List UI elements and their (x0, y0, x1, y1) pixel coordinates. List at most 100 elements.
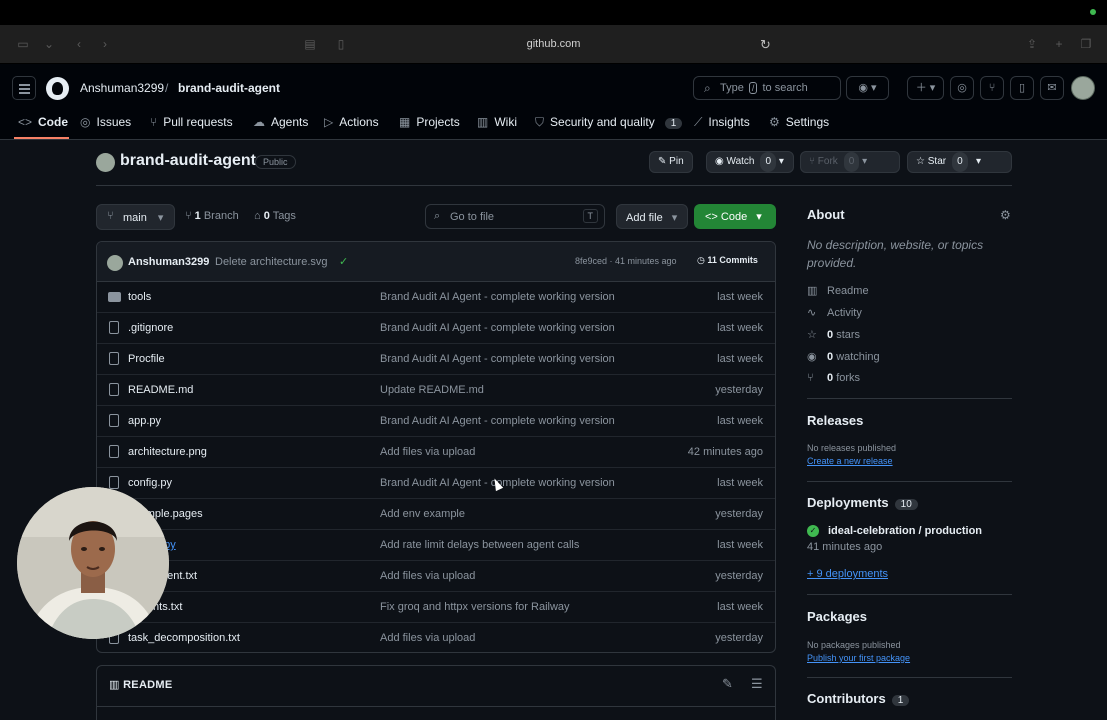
pull-requests-button[interactable]: ⑂ (980, 76, 1004, 100)
file-commit-message[interactable]: Fix groq and httpx versions for Railway (380, 601, 570, 613)
watch-button[interactable]: ◉ Watch 0 ▾ (706, 151, 794, 173)
file-row[interactable]: README.md Update README.md yesterday (97, 375, 775, 406)
menu-button[interactable] (12, 76, 36, 100)
file-commit-message[interactable]: Brand Audit AI Agent - complete working … (380, 415, 615, 427)
add-file-button[interactable]: Add file ▾ (616, 204, 688, 229)
file-commit-message[interactable]: Add rate limit delays between agent call… (380, 539, 579, 551)
tab-code[interactable]: <> Code (18, 115, 68, 129)
deployments-heading[interactable]: Deployments 10 (807, 495, 918, 510)
file-commit-date: last week (717, 415, 763, 427)
latest-commit: Anshuman3299 Delete architecture.svg ✓ 8… (97, 242, 775, 282)
tab-wiki[interactable]: ▥ Wiki (477, 115, 517, 129)
tab-actions[interactable]: ▷ Actions (324, 115, 379, 129)
file-row[interactable]: app.py Brand Audit AI Agent - complete wo… (97, 406, 775, 437)
branches-link[interactable]: ⑂ 1 Branch (185, 210, 239, 222)
create-new-button[interactable]: ＋ ▾ (907, 76, 944, 100)
file-name[interactable]: config.py (128, 477, 172, 489)
file-row[interactable]: example.pages Add env example yesterday (97, 499, 775, 530)
gear-icon[interactable]: ⚙ (1000, 208, 1011, 222)
tab-issues[interactable]: ◎ Issues (80, 115, 131, 129)
file-commit-message[interactable]: Add env example (380, 508, 465, 520)
file-name[interactable]: tools (128, 291, 151, 303)
branch-selector[interactable]: ⑂ main ▾ (96, 204, 175, 230)
tags-link[interactable]: ⌂ 0 Tags (254, 210, 296, 222)
activity-link[interactable]: ∿ Activity (807, 306, 862, 319)
deployments-label: Deployments (807, 495, 889, 510)
file-row[interactable]: tools Brand Audit AI Agent - complete wor… (97, 282, 775, 313)
releases-heading[interactable]: Releases (807, 413, 863, 428)
pin-button[interactable]: ✎ Pin (649, 151, 693, 173)
outline-icon[interactable]: ☰ (751, 676, 763, 692)
user-avatar[interactable] (1071, 76, 1095, 100)
file-name[interactable]: app.py (128, 415, 161, 427)
file-commit-message[interactable]: Brand Audit AI Agent - complete working … (380, 322, 615, 334)
file-row[interactable]: _statement.txtAdd files via uploadyester… (97, 561, 775, 592)
file-name[interactable]: task_decomposition.txt (128, 632, 240, 644)
branch-icon: ⑂ (185, 210, 195, 222)
file-row[interactable]: rements.txt Fix groq and httpx versions f… (97, 592, 775, 623)
file-commit-message[interactable]: Add files via upload (380, 570, 475, 582)
forks-link[interactable]: ⑂ 0 forks (807, 372, 860, 384)
issues-button[interactable]: ◎ (950, 76, 974, 100)
file-row[interactable]: architecture.png Add files via upload 42 m… (97, 437, 775, 468)
search-input[interactable]: ⌕ Type / to search (693, 76, 841, 100)
commits-link[interactable]: ◷ 11 Commits (697, 255, 758, 266)
file-icon (109, 414, 119, 427)
tab-pull-requests[interactable]: ⑂ Pull requests (150, 115, 233, 129)
repositories-button[interactable]: ▯ (1010, 76, 1034, 100)
commit-hash-time[interactable]: 8fe9ced · 41 minutes ago (575, 256, 677, 266)
create-release-link[interactable]: Create a new release (807, 456, 893, 466)
tab-overview-icon[interactable]: ❐ (1079, 37, 1093, 51)
readme-tab[interactable]: ▥ README (109, 678, 173, 691)
file-row[interactable]: config.py Brand Audit AI Agent - complete… (97, 468, 775, 499)
new-tab-icon[interactable]: + (1052, 37, 1066, 51)
file-commit-message[interactable]: Add files via upload (380, 446, 475, 458)
share-icon[interactable]: ⇪ (1025, 37, 1039, 51)
file-row[interactable]: agents.pyAdd rate limit delays between a… (97, 530, 775, 561)
more-deployments-link[interactable]: + 9 deployments (807, 568, 888, 580)
go-to-file-shortcut: T (582, 209, 598, 223)
file-name[interactable]: Procfile (128, 353, 165, 365)
go-to-file-input[interactable]: ⌕ Go to file T (425, 204, 605, 229)
github-logo-icon[interactable] (46, 77, 69, 100)
issue-icon: ◎ (957, 82, 967, 94)
deployment-name[interactable]: ideal-celebration / production (828, 525, 982, 537)
commit-author[interactable]: Anshuman3299 (128, 256, 209, 268)
file-commit-message[interactable]: Brand Audit AI Agent - complete working … (380, 291, 615, 303)
commit-message[interactable]: Delete architecture.svg (215, 256, 328, 268)
tab-insights[interactable]: ⟋ Insights (694, 115, 750, 130)
tab-settings[interactable]: ⚙ Settings (769, 115, 829, 129)
file-list: Anshuman3299 Delete architecture.svg ✓ 8… (96, 241, 776, 653)
chevron-down-icon: ▾ (671, 212, 678, 224)
file-commit-message[interactable]: Add files via upload (380, 632, 475, 644)
reload-icon[interactable]: ↻ (760, 37, 771, 53)
tab-agents[interactable]: ☁ Agents (253, 115, 308, 129)
address-bar[interactable]: github.com (0, 38, 1107, 50)
notifications-button[interactable]: ✉ (1040, 76, 1064, 100)
contributors-heading[interactable]: Contributors 1 (807, 691, 910, 706)
file-name[interactable]: README.md (128, 384, 193, 396)
star-button[interactable]: ☆ Star 0 ▾ (907, 151, 1012, 173)
file-commit-message[interactable]: Brand Audit AI Agent - complete working … (380, 353, 615, 365)
packages-heading[interactable]: Packages (807, 609, 867, 624)
copilot-button[interactable]: ◉ ▾ (846, 76, 889, 100)
file-name[interactable]: architecture.png (128, 446, 207, 458)
watching-link[interactable]: ◉ 0 watching (807, 350, 880, 363)
stars-link[interactable]: ☆ 0 stars (807, 328, 860, 341)
code-button[interactable]: <> Code ▾ (694, 204, 776, 229)
file-row[interactable]: .gitignore Brand Audit AI Agent - complet… (97, 313, 775, 344)
edit-icon[interactable]: ✎ (722, 676, 733, 692)
repo-title[interactable]: brand-audit-agent (120, 152, 256, 170)
file-row[interactable]: task_decomposition.txt Add files via uplo… (97, 623, 775, 652)
publish-package-link[interactable]: Publish your first package (807, 653, 910, 663)
menu-line (19, 92, 30, 94)
readme-link[interactable]: ▥ Readme (807, 284, 869, 297)
owner-link[interactable]: Anshuman3299 (80, 81, 164, 95)
file-row[interactable]: Procfile Brand Audit AI Agent - complete … (97, 344, 775, 375)
repo-link[interactable]: brand-audit-agent (178, 81, 280, 95)
file-commit-message[interactable]: Update README.md (380, 384, 484, 396)
tab-security[interactable]: ⛉ Security and quality 1 (535, 115, 683, 130)
tab-projects[interactable]: ▦ Projects (399, 115, 460, 129)
file-name[interactable]: .gitignore (128, 322, 173, 334)
os-menubar (0, 0, 1107, 25)
